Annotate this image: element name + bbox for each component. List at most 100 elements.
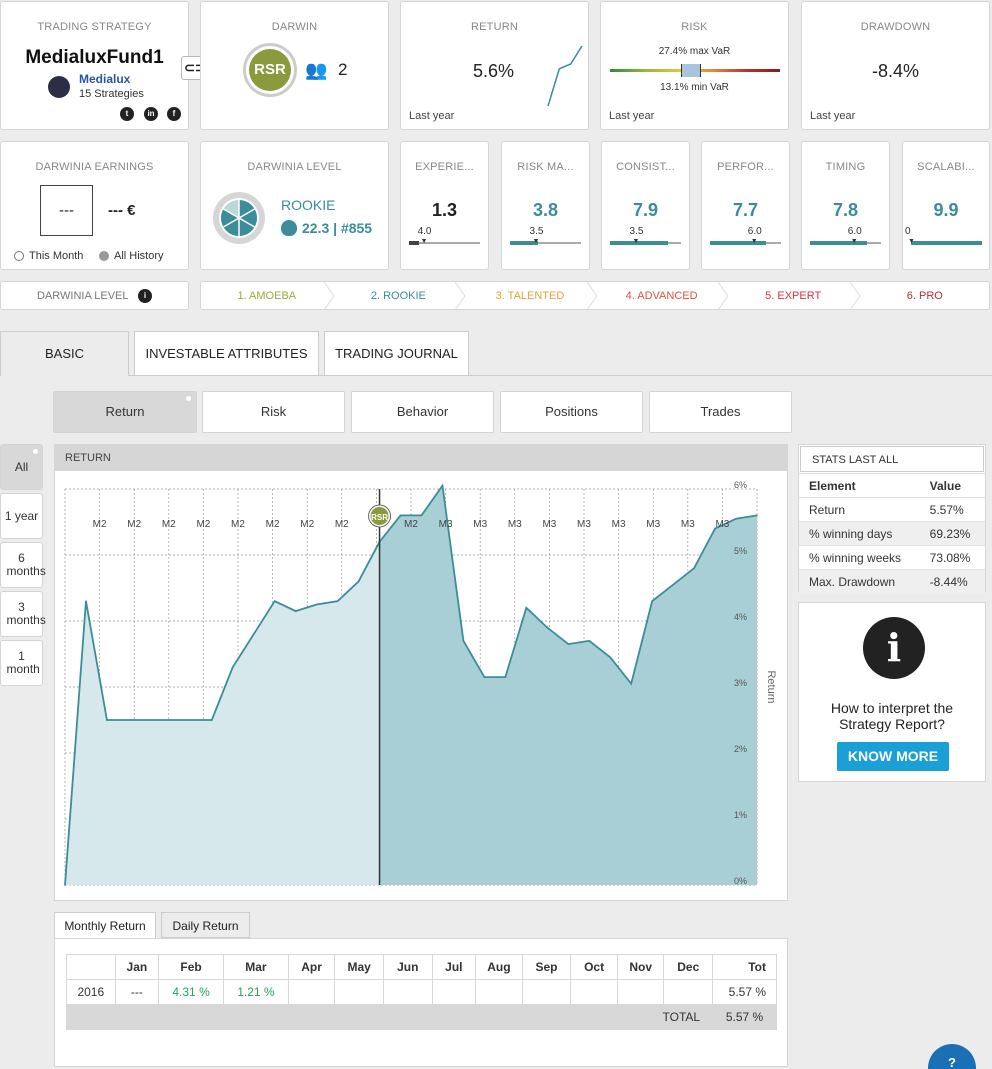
y-tick-label: 0% xyxy=(734,876,747,886)
return-point xyxy=(169,719,171,721)
score-fill xyxy=(710,241,767,245)
score-card: EXPERIE... 1.3 4.0 ▼ xyxy=(400,141,489,270)
month-header: Aug xyxy=(475,954,523,980)
period-1-year[interactable]: 1 year xyxy=(0,493,43,539)
period-3-months[interactable]: 3 months xyxy=(0,591,46,637)
month-cell: 5.57 % xyxy=(712,979,777,1005)
help-panel: i How to interpret the Strategy Report? … xyxy=(798,602,986,782)
tab-investable-attributes[interactable]: INVESTABLE ATTRIBUTES xyxy=(134,331,319,375)
return-point xyxy=(420,514,423,517)
period-6-months[interactable]: 6 months xyxy=(0,542,46,588)
period-1-month-label: 1 month xyxy=(6,649,40,676)
chart-header: RETURN xyxy=(55,445,787,471)
x-tick-label: M3 xyxy=(646,519,660,530)
return-sparkline xyxy=(547,45,583,107)
month-header: Tot xyxy=(712,954,777,980)
return-point xyxy=(546,626,549,629)
level-step[interactable]: 3. TALENTED xyxy=(464,282,598,309)
tab-daily-return[interactable]: Daily Return xyxy=(161,912,250,938)
twitter-icon[interactable]: t xyxy=(120,107,134,121)
score-mark-triangle: ▼ xyxy=(750,238,758,245)
author-link[interactable]: Medialux xyxy=(79,72,130,86)
all-history-label: All History xyxy=(114,250,164,262)
level-step[interactable]: 4. ADVANCED xyxy=(596,282,730,309)
month-header: Oct xyxy=(570,954,618,980)
chat-button[interactable]: ? xyxy=(928,1044,976,1069)
earnings-value: --- € xyxy=(108,202,136,219)
tab-basic[interactable]: BASIC xyxy=(0,331,129,376)
month-header: Apr xyxy=(287,954,336,980)
tab-basic-label: BASIC xyxy=(45,346,85,361)
stats-value: -8.44% xyxy=(919,569,985,594)
darwin-card-title: DARWIN xyxy=(271,21,318,33)
subtab-positions[interactable]: Positions xyxy=(500,391,643,433)
darwin-card: DARWIN RSR 👥 2 xyxy=(200,1,389,130)
period-active-dot xyxy=(33,449,38,454)
return-point xyxy=(525,607,528,609)
drawdown-card: DRAWDOWN -8.4% Last year xyxy=(801,1,990,130)
darwin-start-marker[interactable]: RSR xyxy=(368,504,392,528)
month-header: Feb xyxy=(158,954,224,980)
score-bar xyxy=(710,241,781,245)
linkedin-icon[interactable]: in xyxy=(144,107,158,121)
drawdown-value: -8.4% xyxy=(871,61,920,81)
score-mark: 3.5 xyxy=(529,226,544,237)
subtab-risk[interactable]: Risk xyxy=(202,391,345,433)
score-mark-triangle: ▼ xyxy=(850,238,858,245)
return-point xyxy=(357,580,360,583)
score-value: 7.7 xyxy=(732,200,759,220)
period-1-year-label: 1 year xyxy=(4,508,39,523)
subtab-trades[interactable]: Trades xyxy=(649,391,792,433)
x-tick-label: M2 xyxy=(404,519,418,530)
score-fill xyxy=(810,241,867,245)
tab-trading-journal[interactable]: TRADING JOURNAL xyxy=(324,331,469,375)
all-history-radio[interactable] xyxy=(99,251,109,261)
month-header: Jun xyxy=(382,954,433,980)
score-mark: 3.5 xyxy=(629,226,644,237)
period-1-month[interactable]: 1 month xyxy=(0,640,43,686)
this-month-radio[interactable] xyxy=(14,251,24,261)
info-icon[interactable]: i xyxy=(138,289,152,303)
facebook-icon[interactable]: f xyxy=(167,107,181,121)
score-mark-triangle: ▼ xyxy=(420,238,428,245)
level-step[interactable]: 2. ROOKIE xyxy=(333,282,466,309)
return-point xyxy=(252,633,255,635)
return-chart[interactable]: RSR M2 M2 M2 M2 M2 M2 M2 M2 M2 M3 M3 M3 M3 M3 M3 M3 M3 M3 0… xyxy=(55,471,787,900)
return-value: 5.6% xyxy=(473,61,515,81)
chart-header-label: RETURN xyxy=(65,452,111,464)
return-area-darwin xyxy=(379,485,757,885)
x-tick-label: M2 xyxy=(93,519,107,530)
level-step[interactable]: 5. EXPERT xyxy=(727,282,861,309)
y-tick-label: 4% xyxy=(734,612,747,622)
level-step-label: 5. EXPERT xyxy=(765,290,822,302)
month-cell xyxy=(663,979,714,1005)
period-all[interactable]: All xyxy=(0,444,43,490)
month-cell xyxy=(334,979,384,1005)
level-step[interactable]: 6. PRO xyxy=(859,282,989,309)
score-title: RISK MA... xyxy=(517,161,574,173)
y-tick-label: 5% xyxy=(734,546,747,556)
score-title: TIMING xyxy=(825,161,866,173)
score-value: 1.3 xyxy=(431,200,458,220)
subtab-return-label: Return xyxy=(105,404,145,419)
risk-card-title: RISK xyxy=(681,21,708,33)
total-value: 5.57 % xyxy=(712,1004,777,1030)
tab-monthly-return[interactable]: Monthly Return xyxy=(54,912,156,939)
level-step-label: 2. ROOKIE xyxy=(370,290,426,302)
stats-head-value: Value xyxy=(919,473,985,498)
level-name: ROOKIE xyxy=(281,197,336,213)
month-header xyxy=(66,954,116,980)
tab-investable-label: INVESTABLE ATTRIBUTES xyxy=(145,346,308,361)
subtab-return[interactable]: Return xyxy=(53,391,197,433)
score-bar xyxy=(510,241,581,245)
darwin-badge[interactable]: RSR xyxy=(243,43,297,97)
monthly-tab-label: Monthly Return xyxy=(64,919,146,933)
x-tick-label: M2 xyxy=(162,519,176,530)
author-avatar xyxy=(48,76,70,98)
month-cell xyxy=(521,979,572,1005)
level-step[interactable]: 1. AMOEBA xyxy=(201,282,335,309)
subtab-behavior[interactable]: Behavior xyxy=(351,391,494,433)
know-more-button[interactable]: KNOW MORE xyxy=(837,742,949,771)
score-mark: 6.0 xyxy=(747,226,762,237)
earnings-card: DARWINIA EARNINGS --- --- € This Month A… xyxy=(0,141,189,270)
